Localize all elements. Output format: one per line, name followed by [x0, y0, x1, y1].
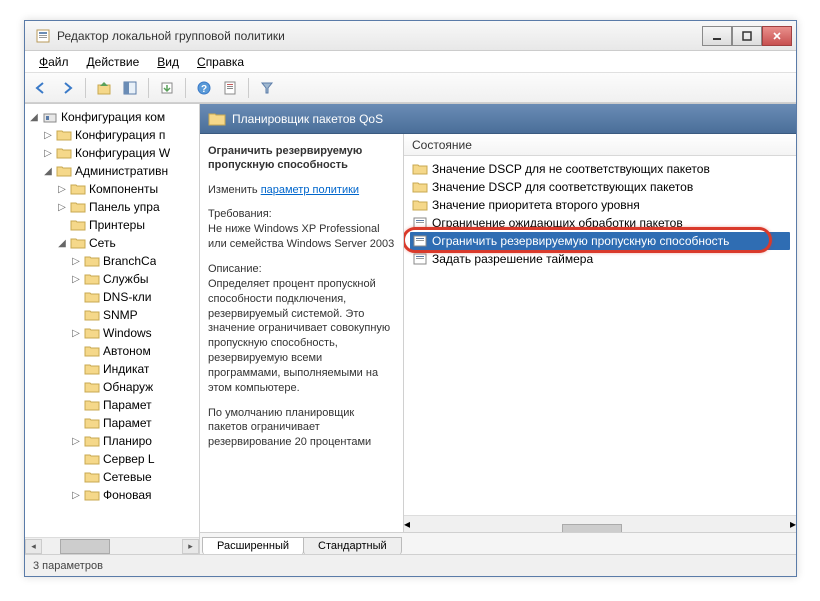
- tab-extended[interactable]: Расширенный: [202, 537, 304, 554]
- policy-icon: [412, 216, 428, 230]
- statusbar: 3 параметров: [25, 554, 796, 576]
- tree-item[interactable]: ▷Фоновая: [27, 486, 197, 504]
- titlebar: Редактор локальной групповой политики: [25, 21, 796, 51]
- folder-icon: [412, 198, 428, 212]
- policy-icon: [412, 234, 428, 248]
- scroll-thumb[interactable]: [562, 524, 622, 532]
- scroll-thumb[interactable]: [60, 539, 110, 554]
- tree-item[interactable]: ◢Сеть: [27, 234, 197, 252]
- list-item[interactable]: Задать разрешение таймера: [410, 250, 790, 268]
- tree-view[interactable]: ◢Конфигурация ком ▷Конфигурация п ▷Конфи…: [25, 104, 199, 537]
- separator: [248, 78, 249, 98]
- tree-item[interactable]: ▷Компоненты: [27, 180, 197, 198]
- folder-icon: [208, 111, 226, 127]
- list-item[interactable]: Ограничение ожидающих обработки пакетов: [410, 214, 790, 232]
- close-button[interactable]: [762, 26, 792, 46]
- show-hide-tree-button[interactable]: [118, 76, 142, 100]
- tree-item[interactable]: ▷BranchCa: [27, 252, 197, 270]
- menu-file[interactable]: Файл: [31, 53, 77, 71]
- detail-title: Планировщик пакетов QoS: [232, 112, 383, 126]
- list-item[interactable]: Значение DSCP для соответствующих пакето…: [410, 178, 790, 196]
- policy-title: Ограничить резервируемую пропускную спос…: [208, 144, 395, 173]
- menu-action[interactable]: Действие: [79, 53, 148, 71]
- tree-item[interactable]: DNS-кли: [27, 288, 197, 306]
- tree-hscrollbar[interactable]: ◂ ▸: [25, 537, 199, 554]
- tree-root[interactable]: ◢Конфигурация ком: [27, 108, 197, 126]
- forward-button[interactable]: [55, 76, 79, 100]
- list-item[interactable]: Значение DSCP для не соответствующих пак…: [410, 160, 790, 178]
- edit-line: Изменить параметр политики: [208, 183, 395, 198]
- window-controls: [702, 26, 792, 46]
- svg-text:?: ?: [201, 84, 207, 95]
- tree-item[interactable]: Парамет: [27, 414, 197, 432]
- description-column: Ограничить резервируемую пропускную спос…: [200, 134, 404, 532]
- scroll-right-icon[interactable]: ▸: [790, 517, 796, 531]
- list-rows: Значение DSCP для не соответствующих пак…: [404, 156, 796, 515]
- tab-standard[interactable]: Стандартный: [303, 537, 402, 554]
- list-item-selected[interactable]: Ограничить резервируемую пропускную спос…: [410, 232, 790, 250]
- up-button[interactable]: [92, 76, 116, 100]
- list-item[interactable]: Значение приоритета второго уровня: [410, 196, 790, 214]
- tree-item[interactable]: SNMP: [27, 306, 197, 324]
- filter-button[interactable]: [255, 76, 279, 100]
- content-area: ◢Конфигурация ком ▷Конфигурация п ▷Конфи…: [25, 103, 796, 554]
- detail-pane: Планировщик пакетов QoS Ограничить резер…: [200, 104, 796, 554]
- separator: [185, 78, 186, 98]
- export-button[interactable]: [155, 76, 179, 100]
- edit-policy-link[interactable]: параметр политики: [261, 184, 359, 196]
- description: Описание:Определяет процент пропускной с…: [208, 262, 395, 396]
- detail-body: Ограничить резервируемую пропускную спос…: [200, 134, 796, 532]
- menu-view[interactable]: Вид: [149, 53, 187, 71]
- tree-item[interactable]: Сервер L: [27, 450, 197, 468]
- tree-item[interactable]: Парамет: [27, 396, 197, 414]
- detail-header: Планировщик пакетов QoS: [200, 104, 796, 134]
- app-icon: [35, 28, 51, 44]
- properties-button[interactable]: [218, 76, 242, 100]
- menu-help[interactable]: Справка: [189, 53, 252, 71]
- separator: [148, 78, 149, 98]
- tree-item[interactable]: ▷Windows: [27, 324, 197, 342]
- scroll-left-icon[interactable]: ◂: [404, 517, 410, 531]
- tree-item[interactable]: Обнаруж: [27, 378, 197, 396]
- toolbar: ?: [25, 73, 796, 103]
- maximize-button[interactable]: [732, 26, 762, 46]
- scroll-left-icon[interactable]: ◂: [25, 539, 42, 554]
- tree-item[interactable]: Сетевые: [27, 468, 197, 486]
- tree-item[interactable]: ◢Административн: [27, 162, 197, 180]
- main-window: Редактор локальной групповой политики Фа…: [24, 20, 797, 577]
- view-tabs: Расширенный Стандартный: [200, 532, 796, 554]
- folder-icon: [412, 180, 428, 194]
- tree-item[interactable]: Автоном: [27, 342, 197, 360]
- description-2: По умолчанию планировщик пакетов огранич…: [208, 406, 395, 451]
- list-hscrollbar[interactable]: ◂ ▸: [404, 515, 796, 532]
- window-title: Редактор локальной групповой политики: [57, 29, 702, 43]
- tree-item[interactable]: ▷Службы: [27, 270, 197, 288]
- tree-item[interactable]: ▷Планиро: [27, 432, 197, 450]
- scroll-right-icon[interactable]: ▸: [182, 539, 199, 554]
- tree-item[interactable]: ▷Конфигурация W: [27, 144, 197, 162]
- minimize-button[interactable]: [702, 26, 732, 46]
- tree-item[interactable]: Принтеры: [27, 216, 197, 234]
- policy-icon: [412, 252, 428, 266]
- back-button[interactable]: [29, 76, 53, 100]
- separator: [85, 78, 86, 98]
- help-button[interactable]: ?: [192, 76, 216, 100]
- tree-pane: ◢Конфигурация ком ▷Конфигурация п ▷Конфи…: [25, 104, 200, 554]
- tree-item[interactable]: ▷Панель упра: [27, 198, 197, 216]
- status-text: 3 параметров: [33, 560, 103, 572]
- requirements: Требования:Не ниже Windows XP Profession…: [208, 207, 395, 252]
- tree-item[interactable]: Индикат: [27, 360, 197, 378]
- folder-icon: [412, 162, 428, 176]
- menubar: Файл Действие Вид Справка: [25, 51, 796, 73]
- list-column-header[interactable]: Состояние: [404, 134, 796, 156]
- list-column: Состояние Значение DSCP для не соответст…: [404, 134, 796, 532]
- tree-item[interactable]: ▷Конфигурация п: [27, 126, 197, 144]
